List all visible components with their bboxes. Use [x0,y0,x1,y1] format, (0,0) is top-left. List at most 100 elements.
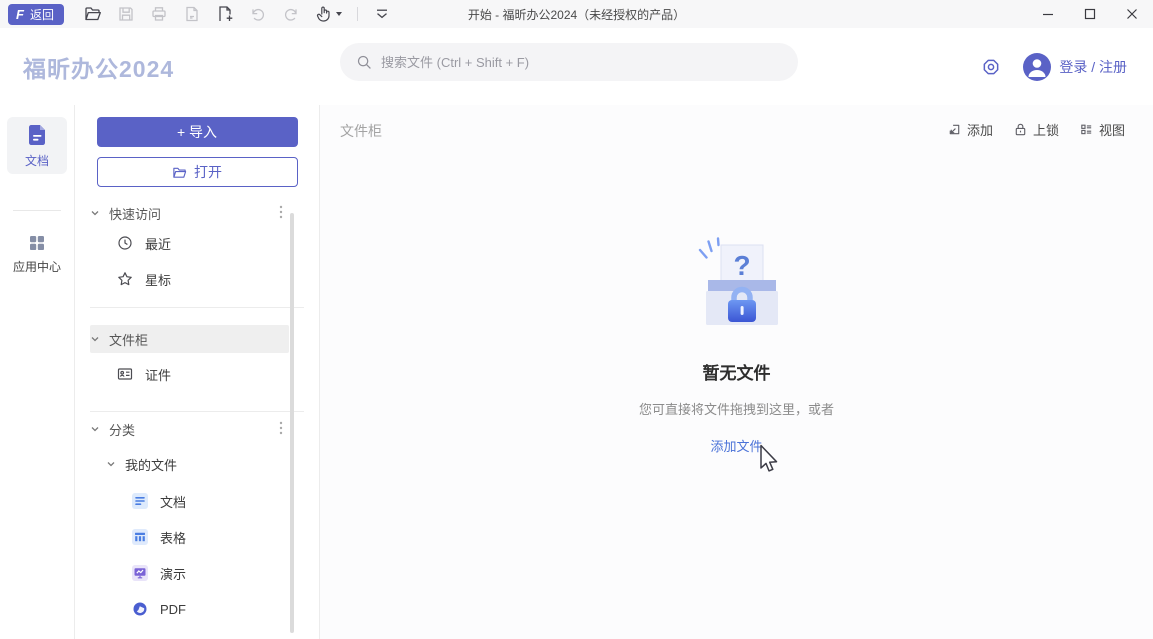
app-grid-icon [29,236,44,250]
back-button[interactable]: F 返回 [8,3,64,25]
open-button-label: 打开 [194,164,222,180]
search-bar[interactable] [340,43,798,81]
rail-app-center-label: 应用中心 [12,260,61,274]
sidebar: + 导入 打开 快速访问 最近 星标 文件柜 证件 分类 我的文件 文档 表格 … [75,105,320,639]
add-button-label: 添加 [966,123,993,138]
settings-icon[interactable] [981,57,1001,77]
hand-tool-dropdown-icon [335,12,342,16]
tree-section-file-cabinet[interactable]: 文件柜 [90,325,289,353]
title-bar: F 返回 开始 - 福昕办公2024（未经授权的产品） [0,0,1153,28]
tree-section-categories[interactable]: 分类 [90,417,289,441]
quick-access-menu-icon[interactable] [275,205,287,221]
app-header: 福昕办公2024 登录 / 注册 [0,28,1153,105]
recent-label: 最近 [145,236,172,252]
rail-item-documents[interactable]: 文档 [7,117,67,174]
view-button-label: 视图 [1098,123,1125,138]
pdf-label: PDF [160,601,186,617]
customize-toolbar-icon[interactable] [373,5,391,23]
tree-divider [90,411,304,412]
login-button[interactable]: 登录 / 注册 [1023,52,1127,81]
window-title: 开始 - 福昕办公2024（未经授权的产品） [467,7,686,22]
open-button[interactable]: 打开 [96,157,298,187]
print-icon[interactable] [150,5,168,23]
quick-access-toolbar [84,5,391,23]
search-input[interactable] [381,54,782,70]
main-toolbar: 添加 上锁 视图 [947,120,1125,139]
rail-documents-label: 文档 [24,153,49,168]
hand-tool-icon [315,5,333,23]
header-right: 登录 / 注册 [981,52,1127,81]
docs-label: 文档 [160,494,187,510]
view-mode-icon [1081,124,1092,135]
view-button[interactable]: 视图 [1079,120,1125,139]
page-title: 文件柜 [340,123,382,139]
new-file-icon[interactable] [216,5,234,23]
lock-button[interactable]: 上锁 [1013,120,1059,139]
svg-text:?: ? [733,250,750,281]
quick-access-label: 快速访问 [109,206,162,222]
tree-item-starred[interactable]: 星标 [90,267,289,291]
document-icon [29,124,45,145]
sheets-label: 表格 [160,530,187,546]
doc-file-icon [132,493,148,509]
close-icon[interactable] [1111,0,1153,28]
app-window: F 返回 开始 - 福昕办公2024（未经授权的产品） 福昕办公2024 搜索文… [0,0,1153,639]
rail-item-app-center[interactable]: 应用中心 [13,233,61,275]
file-cabinet-label: 文件柜 [109,332,149,348]
undo-icon[interactable] [249,5,267,23]
save-icon[interactable] [117,5,135,23]
empty-cabinet-illustration: ? [698,237,778,325]
rail-divider [13,210,61,211]
search-icon [357,55,371,69]
tree-item-slides[interactable]: 演示 [90,561,289,585]
my-files-label: 我的文件 [125,457,178,473]
empty-state-description: 您可直接将文件拖拽到这里，或者 [638,402,834,417]
empty-state: ? 暂无文件 您可直接将文件拖拽到这里，或者 添加文件 [567,230,907,456]
add-import-icon [949,124,960,135]
chevron-down-icon [106,459,116,469]
tree-item-certificates[interactable]: 证件 [90,362,289,386]
chevron-down-icon [90,208,100,218]
tree-divider [90,307,304,308]
login-label: 登录 / 注册 [1059,58,1127,75]
app-logo: 福昕办公2024 [23,55,175,82]
maximize-icon[interactable] [1069,0,1111,28]
slides-file-icon [132,565,148,581]
add-button[interactable]: 添加 [947,120,993,139]
tree-item-recent[interactable]: 最近 [90,231,289,255]
left-rail: 文档 应用中心 [0,105,75,639]
sidebar-scrollbar[interactable] [290,213,294,633]
categories-label: 分类 [109,422,136,438]
minimize-icon[interactable] [1027,0,1069,28]
clock-icon [117,235,133,251]
slides-label: 演示 [160,566,187,582]
sheet-file-icon [132,529,148,545]
open-file-icon[interactable] [84,5,102,23]
add-files-link[interactable]: 添加文件 [710,436,762,455]
main-content: 文件柜 添加 上锁 视图 ? 暂无文件 您可直接将文件拖拽到这里，或者 添加文件 [320,105,1153,639]
lock-icon [1015,123,1026,136]
chevron-down-icon [90,424,100,434]
certificates-label: 证件 [145,367,172,383]
app-body: 文档 应用中心 + 导入 打开 快速访问 最近 星标 文件柜 证件 分类 我的文… [0,105,1153,639]
tree-item-pdf[interactable]: PDF [90,597,289,621]
categories-menu-icon[interactable] [275,421,287,437]
redo-icon[interactable] [282,5,300,23]
tree-item-docs[interactable]: 文档 [90,489,289,513]
starred-label: 星标 [145,272,172,288]
chevron-down-icon [90,334,100,344]
hand-tool-button[interactable] [315,5,342,23]
toolbar-separator [356,7,358,21]
avatar-icon [1023,52,1052,81]
folder-icon [173,167,187,178]
save-as-icon[interactable] [183,5,201,23]
empty-state-title: 暂无文件 [702,364,771,383]
tree-section-quick-access[interactable]: 快速访问 [90,201,289,225]
lock-button-label: 上锁 [1032,123,1059,138]
foxit-logo-icon: F [16,6,24,22]
star-icon [117,271,133,287]
tree-section-my-files[interactable]: 我的文件 [90,452,289,476]
import-button-label: + 导入 [176,124,218,140]
tree-item-sheets[interactable]: 表格 [90,525,289,549]
import-button[interactable]: + 导入 [96,117,298,147]
